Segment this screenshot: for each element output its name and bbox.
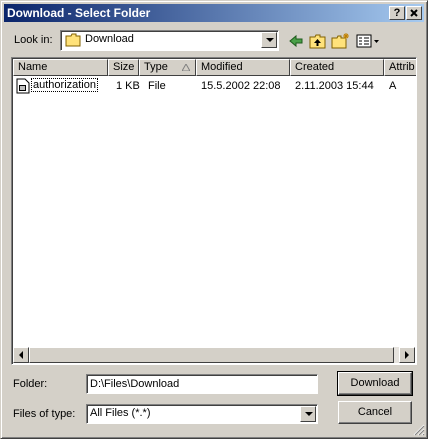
scroll-left-button[interactable] (13, 347, 29, 363)
folder-icon (65, 33, 81, 47)
scroll-right-button[interactable] (399, 347, 415, 363)
filetype-value: All Files (*.*) (90, 407, 151, 419)
cancel-button[interactable]: Cancel (338, 401, 412, 424)
horizontal-scrollbar[interactable] (13, 347, 415, 363)
arrow-right-icon (405, 351, 409, 359)
filetype-label: Files of type: (13, 408, 76, 420)
file-attrib: A (389, 80, 397, 92)
lookin-label: Look in: (14, 34, 53, 46)
folder-input[interactable]: D:\Files\Download (86, 374, 318, 394)
column-header-name[interactable]: Name (13, 59, 108, 76)
column-header-size[interactable]: Size (108, 59, 139, 76)
resize-grip-icon[interactable] (413, 424, 425, 436)
arrow-left-icon (19, 351, 23, 359)
scroll-thumb[interactable] (29, 347, 394, 363)
sort-ascending-icon (182, 64, 190, 71)
dialog-window: Download - Select Folder ? Look in: Down… (0, 0, 428, 439)
column-header-created[interactable]: Created (290, 59, 384, 76)
file-icon (16, 78, 30, 94)
filetype-combo[interactable]: All Files (*.*) (86, 404, 318, 424)
column-header-type-label: Type (144, 61, 168, 73)
window-title: Download - Select Folder (7, 6, 151, 20)
column-header-type[interactable]: Type (139, 59, 196, 76)
filetype-dropdown-button[interactable] (300, 406, 316, 422)
up-folder-icon[interactable] (308, 32, 328, 50)
folder-label: Folder: (13, 378, 48, 390)
new-folder-icon[interactable] (331, 32, 351, 50)
column-header-attrib[interactable]: Attrib (384, 59, 416, 76)
folder-input-value: D:\Files\Download (90, 378, 180, 390)
download-button[interactable]: Download (337, 371, 413, 396)
back-arrow-icon[interactable] (286, 32, 306, 50)
file-size: 1 KB (116, 80, 140, 92)
file-created: 2.11.2003 15:44 (295, 80, 374, 92)
lookin-dropdown-button[interactable] (261, 32, 277, 48)
close-button[interactable] (406, 6, 422, 20)
lookin-value: Download (85, 33, 134, 45)
help-button[interactable]: ? (389, 6, 405, 20)
file-name: authorization (31, 78, 98, 92)
file-row[interactable]: authorization 1 KB File 15.5.2002 22:08 … (13, 77, 415, 95)
file-type: File (148, 80, 166, 92)
view-menu-icon[interactable] (355, 32, 381, 50)
column-header-modified[interactable]: Modified (196, 59, 290, 76)
file-list[interactable]: Name Size Type Modified Created Attrib a… (11, 57, 417, 365)
title-bar[interactable]: Download - Select Folder ? (4, 4, 424, 22)
file-modified: 15.5.2002 22:08 (201, 80, 281, 92)
close-icon (410, 9, 418, 17)
lookin-combo[interactable]: Download (60, 30, 279, 51)
